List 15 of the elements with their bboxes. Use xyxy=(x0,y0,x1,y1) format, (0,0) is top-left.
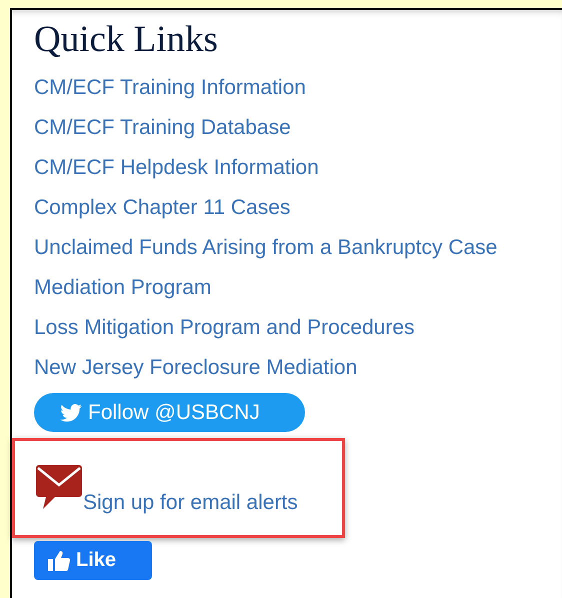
like-button[interactable]: Like xyxy=(34,541,152,580)
email-alerts-link[interactable]: Sign up for email alerts xyxy=(35,463,298,515)
mail-bubble-icon xyxy=(35,463,83,511)
quick-link[interactable]: Unclaimed Funds Arising from a Bankruptcy Case xyxy=(34,228,498,268)
quick-link[interactable]: CM/ECF Helpdesk Information xyxy=(34,148,319,188)
panel-title: Quick Links xyxy=(34,20,219,60)
bird-icon xyxy=(60,404,82,422)
thumbs-up-icon xyxy=(48,550,70,570)
quick-link[interactable]: New Jersey Foreclosure Mediation xyxy=(34,348,358,388)
quick-link[interactable]: Loss Mitigation Program and Procedures xyxy=(34,308,415,348)
quick-link[interactable]: Complex Chapter 11 Cases xyxy=(34,188,290,228)
quick-link[interactable]: Mediation Program xyxy=(34,268,212,308)
follow-button[interactable]: Follow @USBCNJ xyxy=(34,393,305,432)
quick-link[interactable]: CM/ECF Training Database xyxy=(34,108,291,148)
quick-link[interactable]: CM/ECF Training Information xyxy=(34,68,306,108)
